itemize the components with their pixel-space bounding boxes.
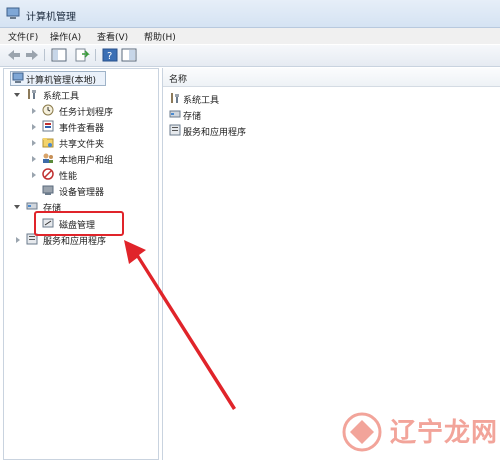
toolbar: ? xyxy=(0,45,500,67)
result-pane: 名称 系统工具 存储 服务和应用程序 xyxy=(162,68,500,460)
tools-icon xyxy=(169,92,181,107)
menu-file[interactable]: 文件(F) xyxy=(8,30,38,43)
device-manager-icon xyxy=(42,184,54,199)
expand-arrow-icon[interactable] xyxy=(32,140,36,146)
list-item-label: 系统工具 xyxy=(183,96,220,106)
list-item[interactable]: 服务和应用程序 xyxy=(169,124,309,138)
export-icon[interactable] xyxy=(74,48,90,62)
expand-arrow-icon[interactable] xyxy=(32,108,36,114)
properties-icon[interactable] xyxy=(121,48,137,62)
computer-icon xyxy=(12,72,24,87)
collapse-arrow-icon[interactable] xyxy=(14,205,20,209)
console-tree: 计算机管理(本地) 系统工具 任务计划程序 事件查看器 共享文件夹 本地用户和组 xyxy=(3,68,159,460)
tree-item-event-viewer-label: 事件查看器 xyxy=(59,124,105,134)
tree-item-task-scheduler[interactable]: 任务计划程序 xyxy=(42,104,152,118)
event-viewer-icon xyxy=(42,120,54,135)
tree-item-shared-folders[interactable]: 共享文件夹 xyxy=(42,136,152,150)
list-item-label: 存储 xyxy=(183,112,202,122)
tree-item-local-users-label: 本地用户和组 xyxy=(59,156,114,166)
tree-item-root[interactable]: 计算机管理(本地) xyxy=(10,72,110,86)
services-icon xyxy=(169,124,181,139)
tree-item-system-tools[interactable]: 系统工具 xyxy=(26,88,146,102)
performance-icon xyxy=(42,168,54,183)
expand-arrow-icon[interactable] xyxy=(32,172,36,178)
tree-item-root-label: 计算机管理(本地) xyxy=(26,76,97,86)
tree-item-task-scheduler-label: 任务计划程序 xyxy=(59,108,114,118)
title-bar: 计算机管理 xyxy=(0,0,500,28)
list-item[interactable]: 系统工具 xyxy=(169,92,289,106)
tree-item-local-users[interactable]: 本地用户和组 xyxy=(42,152,152,166)
svg-text:?: ? xyxy=(107,51,112,62)
computer-management-icon xyxy=(6,7,20,23)
column-header-name-label: 名称 xyxy=(169,75,188,85)
collapse-arrow-icon[interactable] xyxy=(14,93,20,97)
storage-icon xyxy=(169,108,181,123)
tree-item-system-tools-label: 系统工具 xyxy=(43,92,80,102)
shared-folder-icon xyxy=(42,136,54,151)
expand-arrow-icon[interactable] xyxy=(32,156,36,162)
tree-item-performance-label: 性能 xyxy=(59,172,78,182)
back-icon[interactable] xyxy=(6,48,22,62)
toolbar-separator xyxy=(44,49,45,61)
window-title: 计算机管理 xyxy=(26,12,76,23)
list-item-label: 服务和应用程序 xyxy=(183,128,247,138)
watermark-text: 辽宁龙网 xyxy=(390,418,499,448)
menu-action[interactable]: 操作(A) xyxy=(50,30,81,43)
forward-icon[interactable] xyxy=(24,48,40,62)
tools-icon xyxy=(26,88,38,103)
expand-arrow-icon[interactable] xyxy=(32,124,36,130)
column-header-name[interactable]: 名称 xyxy=(163,68,500,87)
list-item[interactable]: 存储 xyxy=(169,108,289,122)
menu-bar: 文件(F) 操作(A) 查看(V) 帮助(H) xyxy=(0,28,500,44)
users-icon xyxy=(42,152,54,167)
toolbar-separator xyxy=(95,49,96,61)
show-tree-icon[interactable] xyxy=(51,48,67,62)
annotation-highlight-box xyxy=(34,211,124,236)
expand-arrow-icon[interactable] xyxy=(16,237,20,243)
menu-view[interactable]: 查看(V) xyxy=(97,30,128,43)
menu-help[interactable]: 帮助(H) xyxy=(144,30,176,43)
help-icon[interactable]: ? xyxy=(102,48,118,62)
tree-item-device-manager-label: 设备管理器 xyxy=(59,188,105,198)
clock-icon xyxy=(42,104,54,119)
watermark-logo xyxy=(342,412,382,452)
tree-item-shared-folders-label: 共享文件夹 xyxy=(59,140,105,150)
tree-item-device-manager[interactable]: 设备管理器 xyxy=(42,184,152,198)
tree-item-event-viewer[interactable]: 事件查看器 xyxy=(42,120,152,134)
tree-item-performance[interactable]: 性能 xyxy=(42,168,152,182)
